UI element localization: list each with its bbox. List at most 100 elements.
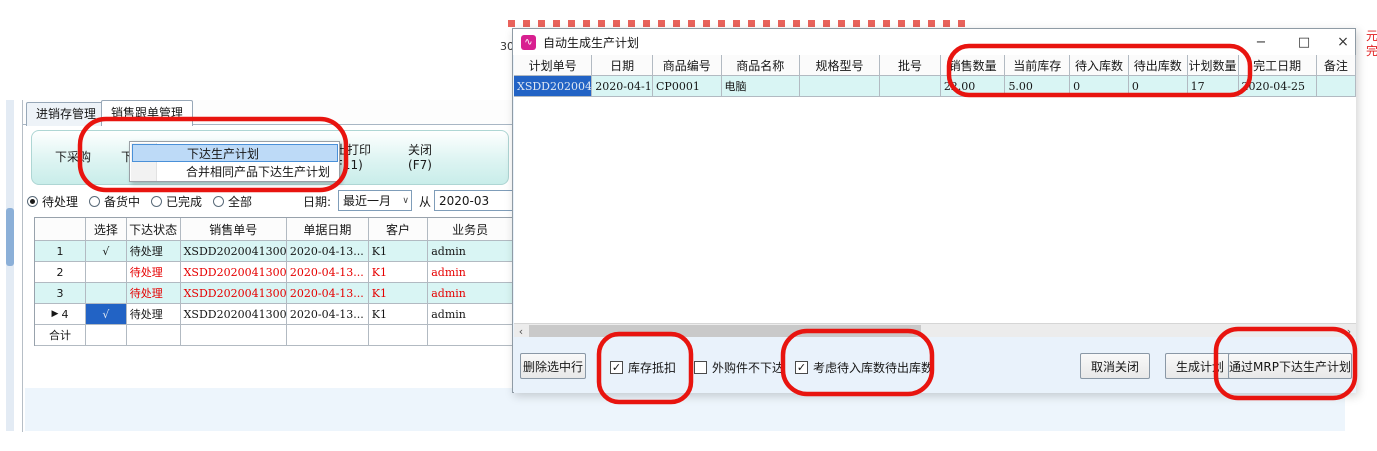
close-tab-button[interactable]: 关闭 (F7) bbox=[396, 131, 444, 184]
customer-cell[interactable]: K1 bbox=[369, 262, 428, 283]
finish-date-cell[interactable]: 2020-04-25 bbox=[1239, 76, 1317, 97]
checkbox-checked-icon[interactable]: ✓ bbox=[795, 361, 808, 374]
table-row-current[interactable]: ▶ 4 √ 待处理 XSDD202004130004 2020-04-13...… bbox=[35, 304, 513, 325]
clerk-cell[interactable]: admin bbox=[428, 241, 513, 262]
radio-pending[interactable]: 待处理 bbox=[27, 193, 78, 210]
order-no-cell[interactable]: XSDD202004130003 bbox=[181, 283, 287, 304]
order-no-cell[interactable]: XSDD202004130001 bbox=[181, 241, 287, 262]
checkbox-stock-deduction[interactable]: ✓ 库存抵扣 bbox=[610, 359, 676, 376]
rownum-cell[interactable]: ▶ 4 bbox=[35, 304, 86, 325]
customer-cell[interactable]: K1 bbox=[369, 283, 428, 304]
generate-plan-button[interactable]: 生成计划 bbox=[1165, 353, 1235, 379]
order-no-cell[interactable]: XSDD202004130002 bbox=[181, 262, 287, 283]
header-current-stock[interactable]: 当前库存 bbox=[1005, 55, 1070, 76]
checkbox-unchecked-icon[interactable] bbox=[694, 361, 707, 374]
dialog-titlebar[interactable]: ∿ 自动生成生产计划 − □ × bbox=[513, 29, 1355, 55]
header-batch[interactable]: 批号 bbox=[880, 55, 941, 76]
radio-preparing-circle[interactable] bbox=[89, 196, 100, 207]
header-clerk[interactable]: 业务员 bbox=[428, 218, 513, 241]
radio-all[interactable]: 全部 bbox=[213, 193, 252, 210]
current-stock-cell[interactable]: 5.00 bbox=[1005, 76, 1070, 97]
order-no-cell[interactable]: XSDD202004130004 bbox=[181, 304, 287, 325]
status-cell[interactable]: 待处理 bbox=[127, 283, 181, 304]
customer-cell[interactable]: K1 bbox=[369, 241, 428, 262]
header-product-name[interactable]: 商品名称 bbox=[722, 55, 800, 76]
header-sales-qty[interactable]: 销售数量 bbox=[941, 55, 1006, 76]
pending-outbound-cell[interactable]: 0 bbox=[1129, 76, 1188, 97]
header-pending-inbound[interactable]: 待入库数 bbox=[1070, 55, 1129, 76]
left-scrollbar-thumb[interactable] bbox=[6, 208, 14, 266]
customer-cell[interactable]: K1 bbox=[369, 304, 428, 325]
product-code-cell[interactable]: CP0001 bbox=[653, 76, 722, 97]
radio-pending-circle[interactable] bbox=[27, 196, 38, 207]
radio-completed[interactable]: 已完成 bbox=[151, 193, 202, 210]
rownum-cell[interactable]: 1 bbox=[35, 241, 86, 262]
select-cell-selected[interactable]: √ bbox=[86, 304, 127, 325]
header-finish-date[interactable]: 完工日期 bbox=[1239, 55, 1317, 76]
header-select[interactable]: 选择 bbox=[86, 218, 127, 241]
plan-qty-cell[interactable]: 17 bbox=[1188, 76, 1239, 97]
radio-completed-circle[interactable] bbox=[151, 196, 162, 207]
header-plan-qty[interactable]: 计划数量 bbox=[1188, 55, 1239, 76]
plan-no-cell-selected[interactable]: XSDD2020041... bbox=[514, 76, 592, 97]
spec-cell[interactable] bbox=[800, 76, 880, 97]
header-product-code[interactable]: 商品编号 bbox=[653, 55, 722, 76]
header-spec[interactable]: 规格型号 bbox=[800, 55, 880, 76]
checkbox-checked-icon[interactable]: ✓ bbox=[610, 361, 623, 374]
table-row[interactable]: 1 √ 待处理 XSDD202004130001 2020-04-13... K… bbox=[35, 241, 513, 262]
header-doc-date[interactable]: 单据日期 bbox=[287, 218, 369, 241]
product-name-cell[interactable]: 电脑 bbox=[722, 76, 800, 97]
header-order-no[interactable]: 销售单号 bbox=[181, 218, 287, 241]
checkbox-consider-pending-qty[interactable]: ✓ 考虑待入库数待出库数 bbox=[795, 359, 933, 376]
remark-cell[interactable] bbox=[1317, 76, 1356, 97]
select-cell[interactable]: √ bbox=[86, 241, 127, 262]
header-customer[interactable]: 客户 bbox=[369, 218, 428, 241]
date-cell[interactable]: 2020-04-1... bbox=[592, 76, 653, 97]
select-cell[interactable] bbox=[86, 262, 127, 283]
checkbox-outsourced-not-issued[interactable]: 外购件不下达 bbox=[694, 359, 784, 376]
menu-item-merge-same-product-issue-plan[interactable]: 合并相同产品下达生产计划 bbox=[132, 163, 338, 181]
rownum-cell[interactable]: 2 bbox=[35, 262, 86, 283]
close-button[interactable]: × bbox=[1326, 29, 1360, 55]
delete-selected-row-button[interactable]: 删除选中行 bbox=[520, 353, 586, 379]
doc-date-cell[interactable]: 2020-04-13... bbox=[287, 283, 369, 304]
scroll-right-arrow-icon[interactable]: › bbox=[1342, 324, 1356, 338]
cancel-close-button[interactable]: 取消关闭 bbox=[1080, 353, 1150, 379]
table-row[interactable]: 3 待处理 XSDD202004130003 2020-04-13... K1 … bbox=[35, 283, 513, 304]
sales-qty-cell[interactable]: 22.00 bbox=[941, 76, 1006, 97]
header-plan-no[interactable]: 计划单号 bbox=[514, 55, 592, 76]
clerk-cell[interactable]: admin bbox=[428, 304, 513, 325]
header-pending-outbound[interactable]: 待出库数 bbox=[1129, 55, 1188, 76]
status-cell[interactable]: 待处理 bbox=[127, 304, 181, 325]
header-remark[interactable]: 备注 bbox=[1317, 55, 1356, 76]
radio-preparing[interactable]: 备货中 bbox=[89, 193, 140, 210]
doc-date-cell[interactable]: 2020-04-13... bbox=[287, 304, 369, 325]
rownum-cell[interactable]: 3 bbox=[35, 283, 86, 304]
pending-inbound-cell[interactable]: 0 bbox=[1070, 76, 1129, 97]
doc-date-cell[interactable]: 2020-04-13... bbox=[287, 241, 369, 262]
batch-cell[interactable] bbox=[880, 76, 941, 97]
header-rownum[interactable] bbox=[35, 218, 86, 241]
minimize-button[interactable]: − bbox=[1244, 29, 1278, 55]
table-row[interactable]: 2 待处理 XSDD202004130002 2020-04-13... K1 … bbox=[35, 262, 513, 283]
status-cell[interactable]: 待处理 bbox=[127, 241, 181, 262]
doc-date-cell[interactable]: 2020-04-13... bbox=[287, 262, 369, 283]
from-date-input[interactable]: 2020-03 bbox=[434, 190, 524, 211]
clerk-cell[interactable]: admin bbox=[428, 262, 513, 283]
select-cell[interactable] bbox=[86, 283, 127, 304]
header-date[interactable]: 日期 bbox=[592, 55, 653, 76]
tab-sales-order-tracking[interactable]: 销售跟单管理 bbox=[101, 100, 193, 126]
horizontal-scrollbar[interactable]: ‹ › bbox=[514, 323, 1356, 337]
tab-inventory-management[interactable]: 进销存管理 bbox=[26, 102, 106, 126]
status-cell[interactable]: 待处理 bbox=[127, 262, 181, 283]
place-purchase-button[interactable]: 下采购 bbox=[42, 131, 104, 184]
scrollbar-thumb[interactable] bbox=[529, 325, 921, 337]
plan-table-row[interactable]: XSDD2020041... 2020-04-1... CP0001 电脑 22… bbox=[514, 76, 1356, 97]
clerk-cell[interactable]: admin bbox=[428, 283, 513, 304]
mrp-issue-plan-button[interactable]: 通过MRP下达生产计划 bbox=[1228, 353, 1352, 379]
date-range-combobox[interactable]: 最近一月 ∨ bbox=[338, 190, 412, 211]
maximize-button[interactable]: □ bbox=[1287, 29, 1321, 55]
menu-item-issue-production-plan[interactable]: 下达生产计划 bbox=[132, 144, 338, 162]
header-issue-status[interactable]: 下达状态 bbox=[127, 218, 181, 241]
radio-all-circle[interactable] bbox=[213, 196, 224, 207]
